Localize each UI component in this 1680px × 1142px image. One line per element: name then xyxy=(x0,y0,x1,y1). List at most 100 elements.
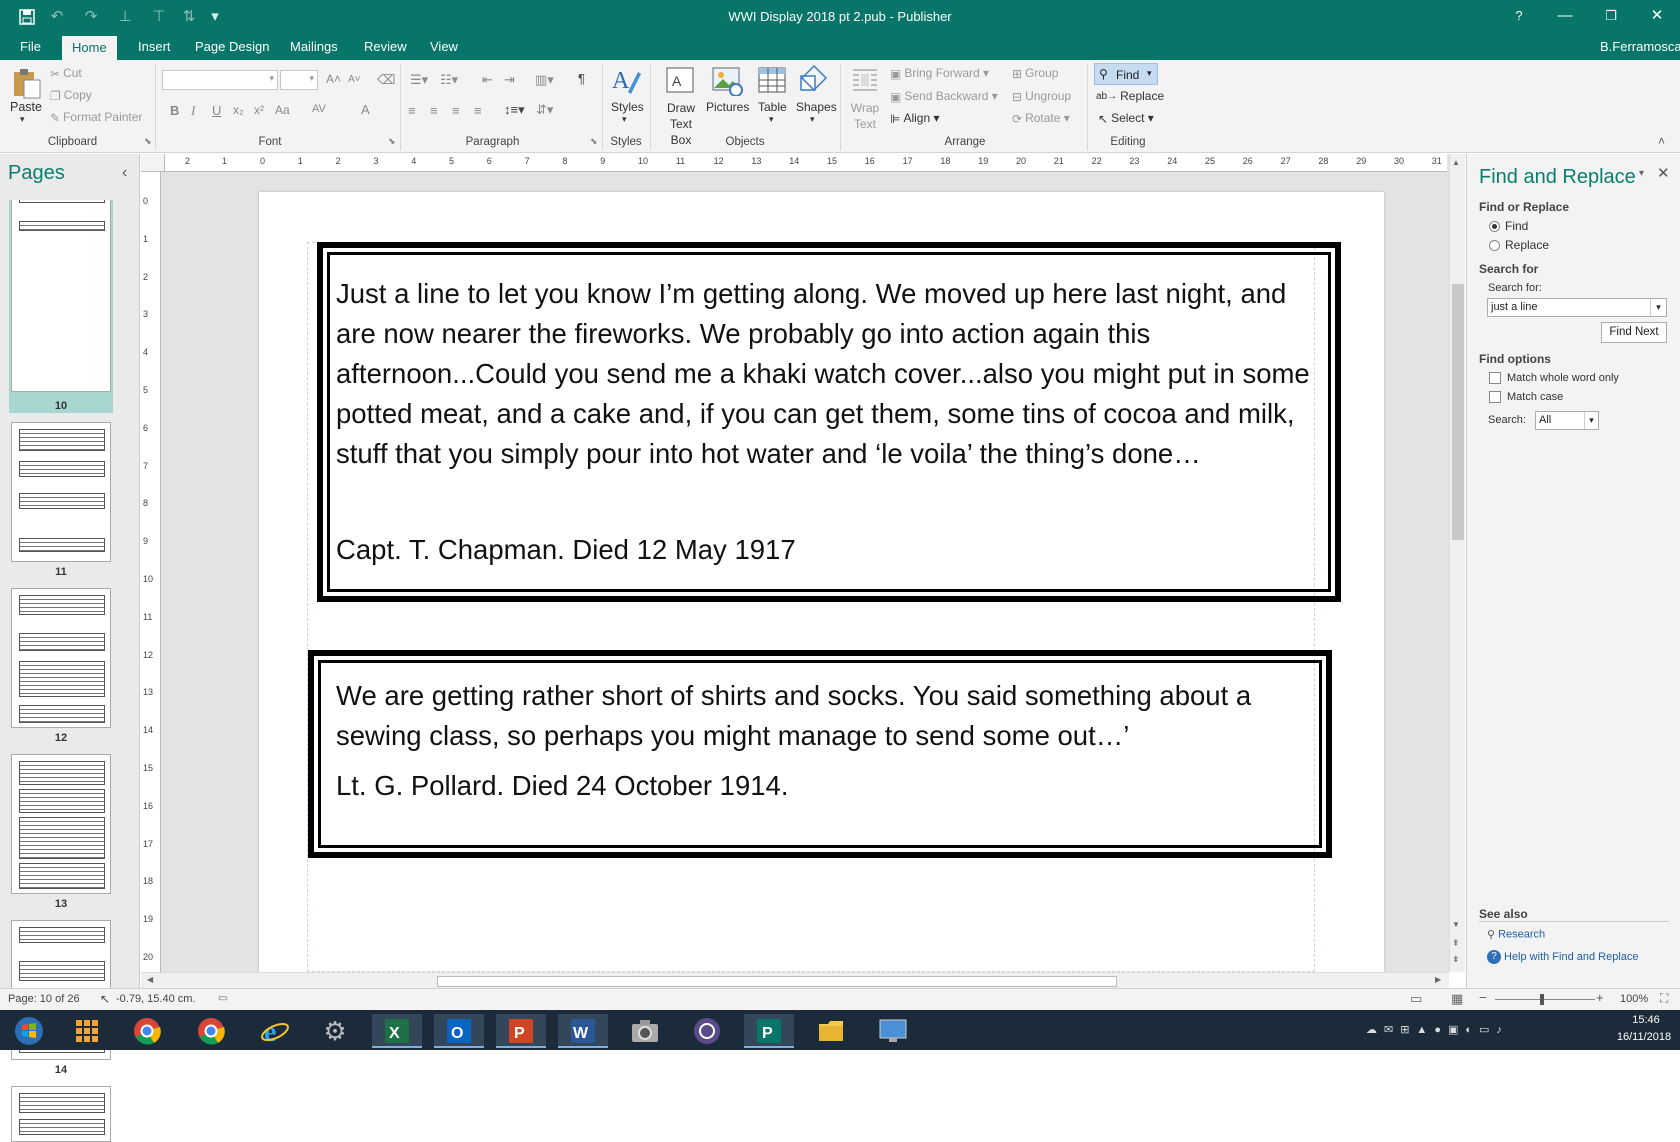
zoom-slider[interactable] xyxy=(1495,999,1595,1000)
subscript-button[interactable]: x₂ xyxy=(233,103,244,117)
zoom-slider-thumb[interactable] xyxy=(1540,994,1544,1005)
font-size-box[interactable]: ▾ xyxy=(280,70,318,90)
paragraph-marks-button[interactable]: ¶ xyxy=(578,71,585,86)
font-name-box[interactable]: ▾ xyxy=(162,70,278,90)
paragraph-spacing-icon[interactable]: ⇵▾ xyxy=(536,102,553,118)
vertical-ruler[interactable]: 0 1 2 3 4 5 6 7 8 9 10 11 12 13 14 15 16 17 18 19 20 xyxy=(141,172,161,972)
tab-review[interactable]: Review xyxy=(354,34,417,60)
quote-box-1[interactable]: Just a line to let you know I’m getting … xyxy=(317,242,1341,602)
chrome-icon[interactable] xyxy=(122,1014,172,1048)
ruler-corner[interactable] xyxy=(141,154,165,172)
vertical-scroll-thumb[interactable] xyxy=(1452,284,1464,540)
tab-page-design[interactable]: Page Design xyxy=(185,34,279,60)
clock-time[interactable]: 15:46 xyxy=(1618,1014,1674,1026)
font-launcher-icon[interactable]: ⬊ xyxy=(388,136,396,147)
page-thumbnail-11[interactable] xyxy=(11,422,111,562)
paste-dropdown-icon[interactable]: ▾ xyxy=(20,114,25,125)
align-button[interactable]: ⊫ Align ▾ xyxy=(890,111,940,126)
shapes-button[interactable]: Shapes xyxy=(796,100,837,114)
line-spacing-icon[interactable]: ↕≡▾ xyxy=(504,102,525,118)
scroll-right-icon[interactable]: ▶ xyxy=(1435,975,1441,984)
search-input[interactable]: just a line ▾ xyxy=(1487,298,1667,317)
shapes-dropdown-icon[interactable]: ▾ xyxy=(810,114,815,125)
table-dropdown-icon[interactable]: ▾ xyxy=(769,114,774,125)
page-thumbnail-10[interactable] xyxy=(11,192,111,392)
rotate-button[interactable]: ⟳ Rotate ▾ xyxy=(1012,111,1070,126)
numbering-icon[interactable]: ☷▾ xyxy=(440,72,458,88)
group-button[interactable]: ⊞ Group xyxy=(1012,66,1058,81)
vertical-scrollbar[interactable]: ▲ ▼ ⇞ ⇟ xyxy=(1449,154,1465,972)
italic-button[interactable]: I xyxy=(191,103,195,119)
align-center-icon[interactable]: ≡ xyxy=(430,103,438,118)
bold-button[interactable]: B xyxy=(170,103,179,118)
word-icon[interactable]: W xyxy=(558,1014,608,1048)
grow-font-button[interactable]: A˄ xyxy=(326,72,341,86)
tab-home[interactable]: Home xyxy=(62,36,117,60)
chevron-down-icon[interactable]: ▾ xyxy=(1650,299,1666,316)
paste-icon[interactable] xyxy=(10,66,42,99)
quote-box-2[interactable]: We are getting rather short of shirts an… xyxy=(308,650,1332,858)
chrome-profile-icon[interactable] xyxy=(186,1014,236,1048)
table-icon[interactable] xyxy=(757,66,789,98)
cut-button[interactable]: ✂ Cut xyxy=(50,66,82,81)
justify-icon[interactable]: ≡ xyxy=(474,103,482,118)
file-explorer-icon[interactable] xyxy=(806,1014,856,1048)
clear-formatting-icon[interactable]: ⌫ xyxy=(377,72,395,88)
format-painter-button[interactable]: ✎ Format Painter xyxy=(50,110,142,125)
page-thumbnail-13[interactable] xyxy=(11,754,111,894)
page-indicator[interactable]: Page: 10 of 26 xyxy=(8,993,80,1005)
settings-gear-icon[interactable]: ⚙ xyxy=(310,1014,360,1048)
send-backward-button[interactable]: ▣ Send Backward ▾ xyxy=(890,89,998,104)
paste-button[interactable]: Paste xyxy=(10,100,42,114)
bullets-icon[interactable]: ☰▾ xyxy=(410,72,428,88)
tab-file[interactable]: File xyxy=(10,34,51,60)
collapse-ribbon-icon[interactable]: ˄ xyxy=(1658,134,1665,148)
fit-page-icon[interactable]: ⛶ xyxy=(1660,991,1668,1006)
increase-indent-icon[interactable]: ⇥ xyxy=(504,72,515,88)
zoom-in-icon[interactable]: + xyxy=(1596,990,1604,1005)
start-button[interactable] xyxy=(4,1014,54,1048)
shrink-font-button[interactable]: A˅ xyxy=(348,74,361,85)
remote-desktop-icon[interactable] xyxy=(868,1014,918,1048)
restore-button[interactable]: ❐ xyxy=(1588,0,1634,34)
document-page[interactable]: Just a line to let you know I’m getting … xyxy=(259,192,1384,972)
user-account[interactable]: B.Ferramosca xyxy=(1590,34,1680,60)
styles-dropdown-icon[interactable]: ▾ xyxy=(622,114,627,125)
scroll-down-icon[interactable]: ▼ xyxy=(1452,920,1460,929)
page-thumbnail-12[interactable] xyxy=(11,588,111,728)
pane-options-icon[interactable]: ▾ xyxy=(1639,168,1644,179)
horizontal-scroll-thumb[interactable] xyxy=(437,976,1117,987)
help-link[interactable]: ? Help with Find and Replace xyxy=(1487,950,1639,964)
match-case-checkbox[interactable]: Match case xyxy=(1489,391,1563,404)
system-tray-icons[interactable]: ☁✉⊞▲●▣◐▭♪ xyxy=(1366,1023,1509,1036)
minimize-button[interactable]: — xyxy=(1542,0,1588,34)
font-color-button[interactable]: A xyxy=(361,102,370,117)
apps-grid-icon[interactable] xyxy=(62,1014,112,1048)
find-radio[interactable]: Find xyxy=(1489,219,1528,233)
media-app-icon[interactable] xyxy=(682,1014,732,1048)
horizontal-scrollbar[interactable]: ◀ ▶ xyxy=(141,972,1449,988)
find-next-button[interactable]: Find Next xyxy=(1601,322,1667,343)
excel-icon[interactable]: X xyxy=(372,1014,422,1048)
pictures-icon[interactable] xyxy=(711,66,743,98)
search-scope-select[interactable]: All ▾ xyxy=(1535,411,1599,430)
wrap-text-button[interactable]: Wrap Text xyxy=(850,100,880,132)
quote-text-1[interactable]: Just a line to let you know I’m getting … xyxy=(336,274,1326,474)
camera-icon[interactable] xyxy=(620,1014,670,1048)
research-link[interactable]: ⚲ Research xyxy=(1487,928,1545,941)
tab-mailings[interactable]: Mailings xyxy=(280,34,348,60)
scroll-up-icon[interactable]: ▲ xyxy=(1452,158,1460,167)
internet-explorer-icon[interactable]: e xyxy=(250,1014,300,1048)
horizontal-ruler[interactable]: 2 1 0 1 2 3 4 5 6 7 8 9 10 11 12 13 14 15 16 17 18 19 20 21 22… xyxy=(165,154,1447,172)
scroll-left-icon[interactable]: ◀ xyxy=(147,975,153,984)
previous-page-icon[interactable]: ⇞ xyxy=(1452,938,1460,949)
outlook-icon[interactable]: O xyxy=(434,1014,484,1048)
collapse-panel-button[interactable]: ‹ xyxy=(122,164,127,182)
text-box-icon[interactable]: A xyxy=(665,66,697,98)
paragraph-launcher-icon[interactable]: ⬊ xyxy=(590,136,598,147)
close-pane-button[interactable]: ✕ xyxy=(1657,164,1670,182)
underline-button[interactable]: U xyxy=(212,103,221,118)
replace-button[interactable]: ab→ Replace xyxy=(1096,89,1164,103)
bring-forward-button[interactable]: ▣ Bring Forward ▾ xyxy=(890,66,989,81)
next-page-icon[interactable]: ⇟ xyxy=(1452,954,1460,965)
